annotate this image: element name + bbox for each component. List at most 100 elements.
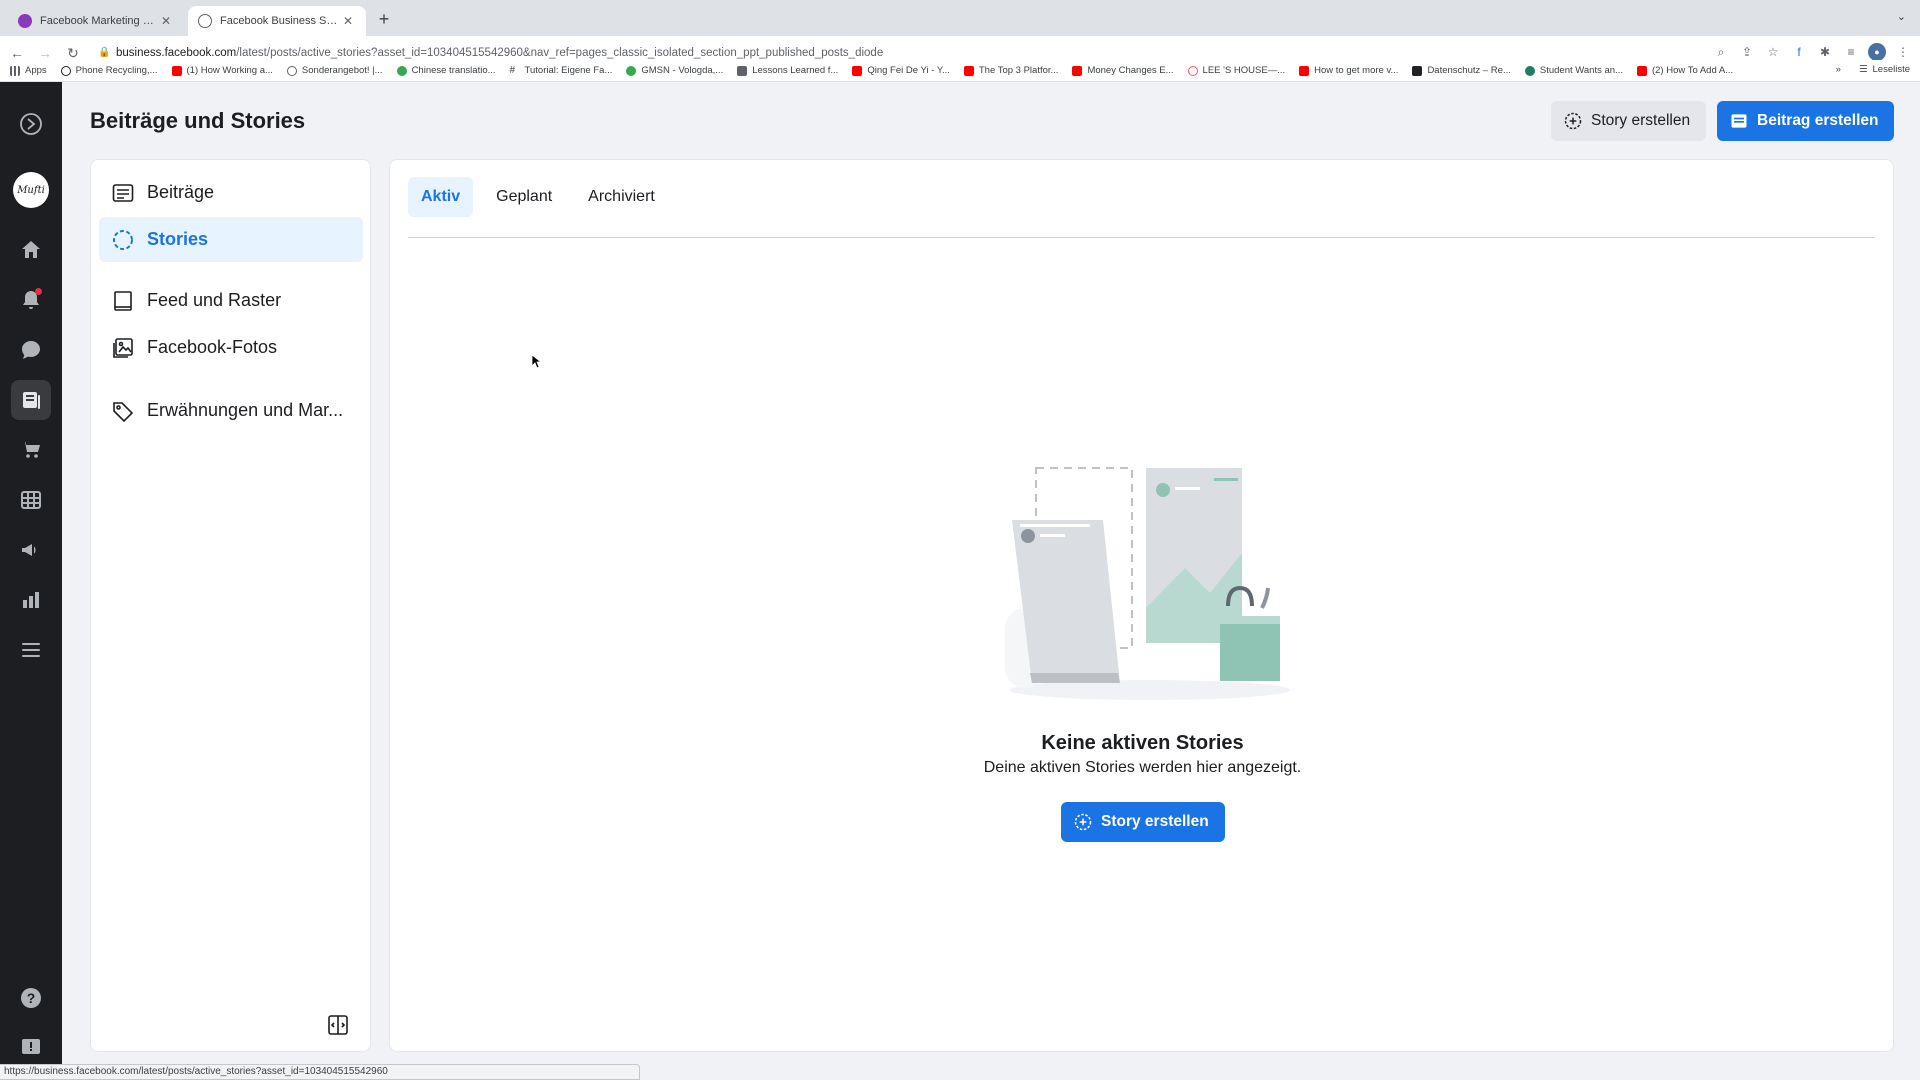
facebook-extension-icon[interactable]: f [1790,43,1808,61]
bookmark-item[interactable]: Datenschutz – Re... [1412,65,1511,76]
url-path: /latest/posts/active_stories?asset_id=10… [236,47,884,59]
page-title: Beiträge und Stories [90,108,306,133]
bookmark-favicon-icon [1524,65,1535,76]
browser-tab-bar: Facebook Marketing & Werbe... ✕ Facebook… [0,0,1920,36]
bookmark-item[interactable]: LEE 'S HOUSE—... [1187,65,1285,76]
browser-tab-marketing[interactable]: Facebook Marketing & Werbe... ✕ [8,6,184,36]
link-status-bar: https://business.facebook.com/latest/pos… [0,1064,640,1080]
left-navigation: Mufti ? [0,82,62,1080]
post-icon [1731,114,1747,128]
bookmark-favicon-icon [60,65,71,76]
youtube-icon [1299,65,1310,76]
bookmark-item[interactable]: Apps [10,65,47,76]
tab-title: Facebook Business Suite [220,15,340,27]
all-tools-menu-icon[interactable] [11,630,51,670]
url-domain: business.facebook.com [116,47,237,59]
add-story-icon [1564,112,1582,130]
page-avatar[interactable]: Mufti [13,172,49,208]
youtube-icon [852,65,863,76]
bookmark-item[interactable]: GMSN - Vologda,... [626,65,723,76]
tabs-divider [408,237,1875,238]
empty-state-subtitle: Deine aktiven Stories werden hier angeze… [983,759,1302,776]
tab-active[interactable]: Aktiv [408,177,474,217]
inbox-chat-icon[interactable] [11,330,51,370]
bookmark-item[interactable]: Sonderangebot! |... [286,65,383,76]
bookmarks-bar: Apps Phone Recycling,... (1) How Working… [0,60,1920,82]
sidebar-item-stories[interactable]: Stories [99,217,363,262]
youtube-icon [171,65,182,76]
bookmark-favicon-icon [286,65,297,76]
empty-stories-illustration [1005,467,1290,700]
share-icon[interactable]: ⇪ [1738,43,1756,61]
feed-icon [114,290,132,311]
posts-stories-nav-icon[interactable] [11,380,51,420]
lock-icon: 🔒 [98,47,111,58]
mouse-cursor-icon [532,355,542,369]
tab-search-chevron-icon[interactable]: ⌄ [1897,10,1906,23]
photos-icon [113,337,133,358]
bookmark-favicon-icon [626,65,637,76]
youtube-icon [963,65,974,76]
bookmark-item[interactable]: How to get more v... [1299,65,1398,76]
tab-title: Facebook Marketing & Werbe... [40,15,158,27]
tab-scheduled[interactable]: Geplant [483,177,565,217]
sidebar-item-posts[interactable]: Beiträge [99,170,363,215]
commerce-cart-icon[interactable] [11,430,51,470]
content-sidebar: Beiträge Stories Feed und Raster Faceboo… [90,159,371,1052]
empty-state-title: Keine aktiven Stories [1041,732,1244,754]
bookmark-star-icon[interactable]: ☆ [1764,43,1782,61]
bookmark-item[interactable]: Money Changes E... [1072,65,1174,76]
more-bookmarks-chevron-icon[interactable]: » [1836,64,1841,75]
notification-dot [35,288,42,295]
meta-logo-icon[interactable] [11,104,51,144]
tab-close-icon[interactable]: ✕ [340,13,356,29]
bookmark-item[interactable]: Lessons Learned f... [737,65,838,76]
hash-icon: # [509,64,516,76]
sidebar-item-facebook-photos[interactable]: Facebook-Fotos [99,325,363,370]
stories-icon [113,229,133,250]
svg-text:?: ? [27,990,36,1006]
bookmark-item[interactable]: (2) How To Add A... [1636,65,1733,76]
planner-table-icon[interactable] [11,480,51,520]
new-tab-icon[interactable]: + [372,8,396,32]
bookmark-item[interactable]: Qing Fei De Yi - Y... [852,65,950,76]
story-tabs: Aktiv Geplant Archiviert [408,177,678,217]
bookmark-favicon-icon [1412,65,1423,76]
bookmark-item[interactable]: The Top 3 Platfor... [963,65,1058,76]
reading-list-button[interactable]: Leseliste [1873,64,1911,75]
notifications-bell-icon[interactable] [11,280,51,320]
tab-favicon-icon [18,14,32,28]
collapse-sidebar-icon[interactable] [326,1013,350,1037]
bookmark-item[interactable]: Phone Recycling,... [60,65,158,76]
zoom-icon[interactable]: ⌕ [1712,43,1730,61]
extensions-puzzle-icon[interactable]: ✱ [1816,43,1834,61]
help-question-icon[interactable]: ? [11,978,51,1018]
sidebar-item-mentions-tags[interactable]: Erwähnungen und Mar... [99,388,363,433]
home-icon[interactable] [11,230,51,270]
ads-megaphone-icon[interactable] [11,530,51,570]
tab-close-icon[interactable]: ✕ [158,13,174,29]
browser-tab-business-suite[interactable]: Facebook Business Suite ✕ [188,6,366,36]
bookmark-item[interactable]: Student Wants an... [1524,65,1623,76]
create-story-button[interactable]: Story erstellen [1551,101,1707,141]
tag-icon [113,401,134,422]
tab-favicon-icon [198,14,212,28]
youtube-icon [1072,65,1083,76]
empty-create-story-button[interactable]: Story erstellen [1061,802,1225,842]
feedback-report-icon[interactable] [11,1028,51,1068]
reading-list-icon: ☰ [1858,64,1868,75]
sidebar-item-feed-grid[interactable]: Feed und Raster [99,278,363,323]
profile-avatar-icon[interactable]: ● [1868,43,1886,61]
insights-chart-icon[interactable] [11,580,51,620]
tab-archived[interactable]: Archiviert [575,177,668,217]
media-queue-icon[interactable]: ≡ [1842,43,1860,61]
add-story-icon [1074,813,1092,831]
bookmark-item[interactable]: Chinese translatio... [396,65,496,76]
bookmark-item[interactable]: # Tutorial: Eigene Fa... [510,65,613,76]
youtube-icon [1636,65,1647,76]
bookmark-item[interactable]: (1) How Working a... [171,65,273,76]
browser-menu-icon[interactable]: ⋮ [1894,43,1912,61]
apps-grid-icon [10,65,20,76]
create-post-button[interactable]: Beitrag erstellen [1717,101,1895,141]
stories-panel: Aktiv Geplant Archiviert Keine aktiven S… [389,159,1894,1052]
